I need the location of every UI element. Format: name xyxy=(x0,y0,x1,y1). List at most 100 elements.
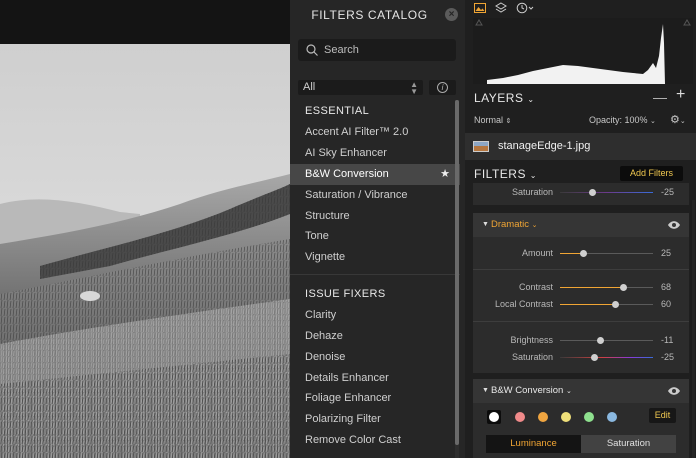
catalog-item[interactable]: Foliage Enhancer xyxy=(290,388,460,409)
eye-icon[interactable] xyxy=(667,220,681,230)
slider-fill xyxy=(560,357,653,358)
panel-divider xyxy=(473,321,689,322)
layers-title[interactable]: LAYERS ⌄ xyxy=(474,91,535,105)
catalog-item[interactable]: Dehaze xyxy=(290,326,460,347)
slider-fill xyxy=(560,304,616,305)
histogram xyxy=(473,18,693,84)
slider-fill xyxy=(560,192,653,193)
slider-value: 68 xyxy=(661,282,672,292)
catalog-item-label: Details Enhancer xyxy=(305,372,389,384)
eye-icon[interactable] xyxy=(667,386,681,396)
chevron-down-icon: ⌄ xyxy=(529,171,537,180)
layer-name: stanageEdge-1.jpg xyxy=(498,140,591,152)
catalog-item[interactable]: Structure xyxy=(290,206,460,227)
collapse-triangle-icon[interactable]: ▼ xyxy=(482,221,489,228)
layers-icon[interactable] xyxy=(495,2,507,14)
contrast-slider[interactable] xyxy=(560,284,653,291)
catalog-item[interactable]: Polarizing Filter xyxy=(290,409,460,430)
catalog-item[interactable]: Tone xyxy=(290,226,460,247)
catalog-item-selected[interactable]: B&W Conversion ★ xyxy=(290,164,460,185)
history-clock-icon[interactable] xyxy=(516,2,528,14)
slider-fill xyxy=(560,340,653,341)
filter-name: B&W Conversion ⌄ xyxy=(491,385,572,396)
slider-value: -11 xyxy=(661,335,674,345)
layer-row[interactable]: stanageEdge-1.jpg xyxy=(465,133,696,160)
slider-knob[interactable] xyxy=(619,284,627,291)
saturation-slider[interactable] xyxy=(560,189,653,196)
minus-icon[interactable]: — xyxy=(653,89,667,105)
color-dot-red[interactable] xyxy=(515,412,525,422)
opacity-control[interactable]: Opacity: 100% ⌄ xyxy=(589,115,656,125)
edit-button[interactable]: Edit xyxy=(649,408,676,423)
photo-canvas[interactable] xyxy=(0,0,290,458)
filters-title[interactable]: FILTERS ⌄ xyxy=(474,167,537,181)
image-icon[interactable] xyxy=(474,2,486,14)
add-layer-icon[interactable]: + xyxy=(676,86,685,104)
catalog-item-label: Dehaze xyxy=(305,330,343,342)
catalog-item[interactable]: Accent AI Filter™ 2.0 xyxy=(290,122,460,143)
slider-knob[interactable] xyxy=(589,189,597,196)
color-dot-yellow[interactable] xyxy=(561,412,571,422)
category-select[interactable]: All ▲ ▼ xyxy=(298,80,423,96)
color-swatch-selected[interactable] xyxy=(487,410,501,424)
slider-label: Brightness xyxy=(510,335,553,345)
chevron-down-icon: ⌄ xyxy=(527,95,535,104)
catalog-scrollbar-thumb[interactable] xyxy=(455,100,459,445)
slider-value: -25 xyxy=(661,187,675,197)
filter-name: Dramatic ⌄ xyxy=(491,219,538,230)
filter-header-bw-conversion[interactable]: ▼ B&W Conversion ⌄ xyxy=(473,379,689,403)
catalog-item-label: Accent AI Filter™ 2.0 xyxy=(305,126,409,138)
catalog-scrollbar[interactable] xyxy=(455,100,459,458)
catalog-item-label: Remove Color Cast xyxy=(305,434,401,446)
close-icon[interactable]: × xyxy=(445,8,458,21)
catalog-item[interactable]: Clarity xyxy=(290,305,460,326)
section-header-issue-fixers: ISSUE FIXERS xyxy=(305,288,386,300)
slider-knob[interactable] xyxy=(579,250,587,257)
amount-slider[interactable] xyxy=(560,250,653,257)
catalog-item[interactable]: Denoise xyxy=(290,347,460,368)
slider-knob[interactable] xyxy=(590,354,598,361)
slider-knob[interactable] xyxy=(612,301,620,308)
catalog-item-label: Vignette xyxy=(305,251,346,263)
catalog-item-label: Tone xyxy=(305,230,329,242)
tab-luminance[interactable]: Luminance xyxy=(486,435,581,453)
slider-label: Saturation xyxy=(511,187,553,197)
tab-saturation[interactable]: Saturation xyxy=(581,435,676,453)
filter-panel-dramatic: ▼ Dramatic ⌄ Amount 25 Contrast 68 Local… xyxy=(473,213,689,373)
color-dot-green[interactable] xyxy=(584,412,594,422)
slider-value: -25 xyxy=(661,352,675,362)
add-filters-button[interactable]: Add Filters xyxy=(620,166,683,181)
catalog-item[interactable]: AI Sky Enhancer xyxy=(290,143,460,164)
catalog-item[interactable]: Vignette xyxy=(290,247,460,268)
catalog-item[interactable]: Details Enhancer xyxy=(290,368,460,389)
photo-image xyxy=(0,44,290,458)
slider-label: Saturation xyxy=(511,352,553,362)
category-select-value: All xyxy=(303,81,316,93)
star-icon[interactable]: ★ xyxy=(440,164,450,185)
chevron-down-icon[interactable] xyxy=(528,2,534,14)
slider-knob[interactable] xyxy=(597,337,605,344)
local-contrast-slider[interactable] xyxy=(560,301,653,308)
info-icon: i xyxy=(437,82,448,93)
saturation-slider[interactable] xyxy=(560,354,653,361)
search-icon xyxy=(306,44,318,56)
color-dot-blue[interactable] xyxy=(607,412,617,422)
color-dot-orange[interactable] xyxy=(538,412,548,422)
filter-header-dramatic[interactable]: ▼ Dramatic ⌄ xyxy=(473,213,689,237)
blend-mode-select[interactable]: Normal ⇕ xyxy=(474,115,511,125)
section-divider xyxy=(290,274,460,275)
filter-panel-bw-conversion: ▼ B&W Conversion ⌄ Edit Luminance Satura… xyxy=(473,379,689,458)
collapse-triangle-icon[interactable]: ▼ xyxy=(482,387,489,394)
brightness-slider[interactable] xyxy=(560,337,653,344)
catalog-item-label: AI Sky Enhancer xyxy=(305,147,387,159)
catalog-item[interactable]: Remove Color Cast xyxy=(290,430,460,451)
gear-icon[interactable]: ⚙⌄ xyxy=(670,113,686,126)
search-box[interactable] xyxy=(298,39,456,61)
panel-scrollbar[interactable] xyxy=(692,200,695,458)
search-input[interactable] xyxy=(324,39,452,61)
catalog-item-label: Polarizing Filter xyxy=(305,413,381,425)
catalog-item-label: Structure xyxy=(305,210,350,222)
catalog-item[interactable]: Saturation / Vibrance xyxy=(290,185,460,206)
info-button[interactable]: i xyxy=(429,80,456,95)
blend-mode-value: Normal xyxy=(474,115,504,125)
